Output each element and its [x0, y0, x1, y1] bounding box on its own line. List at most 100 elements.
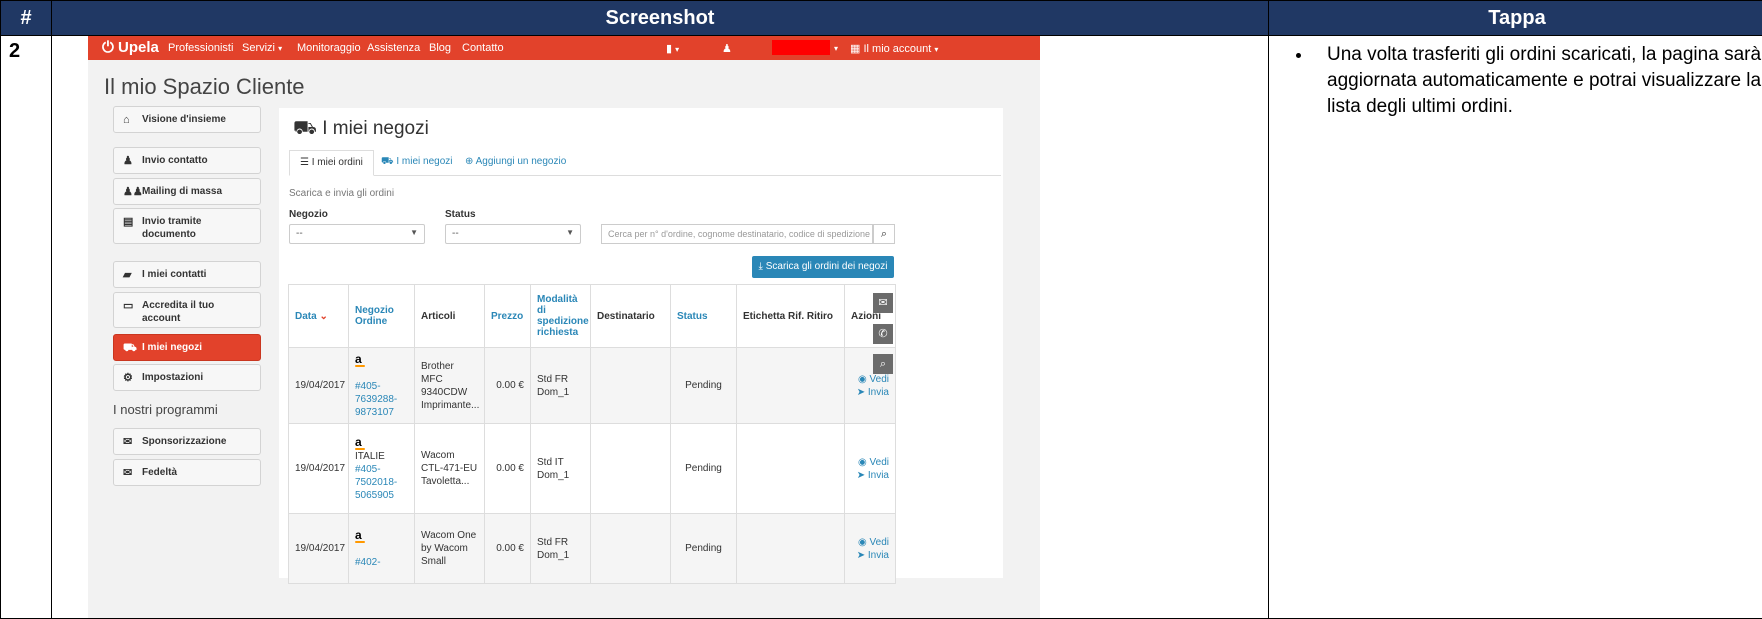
phone-icon[interactable]: ✆ [873, 324, 893, 344]
status-filter-label: Status [445, 209, 476, 220]
tab-my-orders[interactable]: ☰ I miei ordini [289, 150, 374, 176]
column-label: Data [295, 311, 317, 322]
order-link[interactable]: #402- [355, 557, 381, 568]
cell-shop-order: a#402- [349, 514, 415, 584]
column-recipient: Destinatario [591, 285, 671, 348]
status-select[interactable]: -- ▼ [445, 224, 581, 244]
header-step: Tappa [1269, 1, 1762, 36]
column-shop-order[interactable]: Negozio Ordine [349, 285, 415, 348]
subtitle: Scarica e invia gli ordini [289, 188, 394, 199]
gift-icon: ✉ [123, 467, 132, 480]
cell-shipping: Std IT Dom_1 [531, 424, 591, 514]
nav-account-label: Il mio account [863, 43, 931, 55]
sidebar-item-contacts[interactable]: ▰I miei contatti [113, 261, 261, 288]
nav-assistenza[interactable]: Assistenza [367, 42, 420, 54]
step-text: Una volta trasferiti gli ordini scaricat… [1313, 42, 1762, 120]
sidebar-item-loyalty[interactable]: ✉ Fedeltà [113, 459, 261, 486]
order-link[interactable]: #405-7502018-5065905 [355, 464, 397, 501]
cell-shop-order: aITALIE #405-7502018-5065905 [349, 424, 415, 514]
caret-down-icon: ▼ [566, 228, 574, 237]
brand-logo[interactable]: ⏻ Upela [102, 39, 159, 56]
sidebar-item-settings[interactable]: ⚙Impostazioni [113, 364, 261, 391]
status-select-value: -- [452, 228, 459, 239]
amazon-logo-icon: a [355, 436, 408, 450]
nav-contatto[interactable]: Contatto [462, 42, 504, 54]
tab-label: I miei ordini [312, 157, 363, 168]
sort-desc-icon: ⌄ [319, 311, 327, 322]
search-icon[interactable]: ⌕ [873, 354, 893, 374]
cell-article: Wacom CTL-471-EU Tavoletta... [415, 424, 485, 514]
sidebar-item-label: Fedeltà [142, 467, 177, 478]
shop-select[interactable]: --▼ [289, 224, 425, 244]
view-link[interactable]: ◉ Vedi [858, 537, 889, 548]
send-icon: ➤ [857, 550, 865, 561]
sidebar-item-label: Invio contatto [142, 155, 208, 166]
cell-status: Pending [671, 514, 737, 584]
cell-article: Brother MFC 9340CDW Imprimante... [415, 348, 485, 424]
shop-filter-label: Negozio [289, 209, 328, 220]
tab-my-shops[interactable]: ⛟ I miei negozi [371, 150, 463, 174]
order-link[interactable]: #405-7639288-9873107 [355, 381, 397, 418]
file-icon: ▤ [123, 216, 133, 229]
cell-actions: ◉ Vedi ➤ Invia [845, 424, 896, 514]
view-link[interactable]: ◉ Vedi [858, 457, 889, 468]
column-label: Etichetta Rif. Ritiro [737, 285, 845, 348]
nav-account[interactable]: ▦ Il mio account ▾ [850, 42, 938, 55]
cell-recipient [591, 514, 671, 584]
search-icon: ⌕ [881, 228, 887, 240]
sidebar-item-mass-mailing[interactable]: ♟♟Mailing di massa [113, 178, 261, 205]
top-navbar: ⏻ Upela Professionisti Servizi ▾ Monitor… [88, 36, 1040, 60]
cell-label [737, 424, 845, 514]
sidebar-item-sponsorship[interactable]: ✉Sponsorizzazione [113, 428, 261, 455]
nav-monitoraggio[interactable]: Monitoraggio [297, 42, 361, 54]
cell-date: 19/04/2017 [289, 514, 349, 584]
amazon-logo-icon: a [355, 353, 408, 367]
sidebar-item-label: Visione d'insieme [142, 114, 226, 125]
sidebar-item-label: I miei negozi [142, 342, 202, 353]
nav-servizi[interactable]: Servizi ▾ [242, 42, 282, 54]
send-link[interactable]: ➤ Invia [857, 387, 889, 398]
search-button[interactable]: ⌕ [873, 224, 895, 244]
cell-label [737, 514, 845, 584]
send-link[interactable]: ➤ Invia [857, 470, 889, 481]
sidebar-item-send-contact[interactable]: ♟ Invio contatto [113, 147, 261, 174]
document-table: # Screenshot Tappa 2 ⏻ Upela Professioni… [0, 0, 1762, 619]
column-price[interactable]: Prezzo [485, 285, 531, 348]
cell-shop-order: a #405-7639288-9873107 [349, 348, 415, 424]
send-label: Invia [868, 470, 889, 481]
sidebar-item-credit[interactable]: ▭Accredita il tuo account [113, 292, 261, 328]
sidebar-item-document[interactable]: ▤Invio tramite documento [113, 208, 261, 244]
sidebar-item-label: I miei contatti [142, 269, 206, 280]
sidebar-item-shops[interactable]: ⛟I miei negozi [113, 334, 261, 361]
tab-add-shop[interactable]: ⊕ Aggiungi un negozio [455, 150, 576, 174]
search-input[interactable]: Cerca per n° d'ordine, cognome destinata… [601, 224, 873, 244]
column-date[interactable]: Data ⌄ [289, 285, 349, 348]
table-header: Data ⌄ Negozio Ordine Articoli Prezzo Mo… [289, 285, 896, 348]
row-number: 2 [1, 36, 52, 619]
sidebar-item-label: Impostazioni [142, 372, 203, 383]
column-shipping[interactable]: Modalità di spedizione richiesta [531, 285, 591, 348]
plus-circle-icon: ⊕ [465, 156, 473, 167]
send-link[interactable]: ➤ Invia [857, 550, 889, 561]
user-icon: ♟ [722, 42, 732, 55]
nav-professionisti[interactable]: Professionisti [168, 42, 233, 54]
cell-recipient [591, 424, 671, 514]
envelope-icon[interactable]: ✉ [873, 293, 893, 313]
user-icon: ♟ [123, 155, 133, 168]
column-status[interactable]: Status [671, 285, 737, 348]
cell-date: 19/04/2017 [289, 424, 349, 514]
download-orders-button[interactable]: ⤓ Scarica gli ordini dei negozi [752, 256, 894, 278]
view-label: Vedi [870, 374, 889, 385]
cell-status: Pending [671, 348, 737, 424]
language-flag-icon[interactable]: ▮ ▾ [666, 42, 679, 55]
brand-name: Upela [118, 39, 159, 56]
panel-title-text: I miei negozi [322, 118, 429, 139]
view-link[interactable]: ◉ Vedi [858, 374, 889, 385]
nav-blog[interactable]: Blog [429, 42, 451, 54]
cell-price: 0.00 € [485, 514, 531, 584]
chevron-down-icon[interactable]: ▾ [834, 42, 838, 54]
shop-name: ITALIE [355, 451, 385, 462]
sidebar-item-overview[interactable]: ⌂Visione d'insieme [113, 106, 261, 133]
step-cell: Una volta trasferiti gli ordini scaricat… [1269, 36, 1762, 619]
send-icon: ➤ [857, 470, 865, 481]
